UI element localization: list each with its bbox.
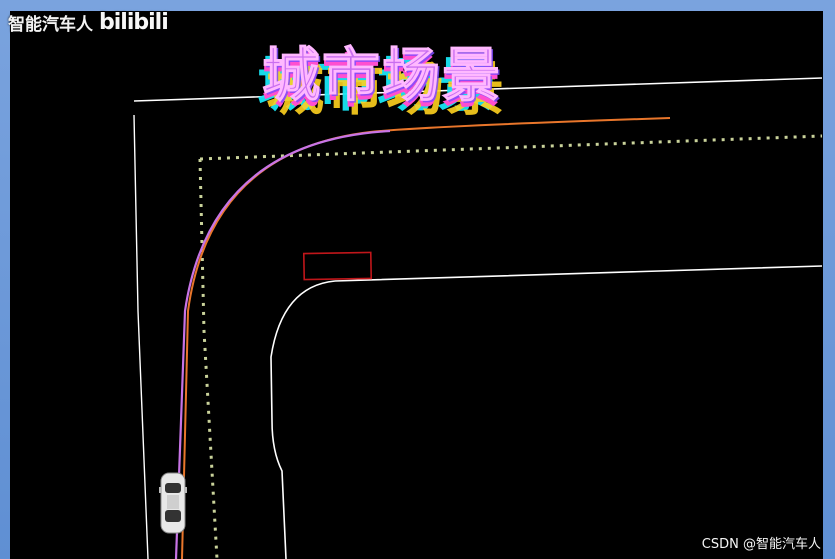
dotted-lane-boundary	[198, 134, 823, 559]
bilibili-logo: bilibili	[99, 9, 169, 35]
channel-name: 智能汽车人	[8, 14, 93, 35]
obstacle-box	[302, 251, 373, 281]
window-frame: 智能汽车人 bilibili 城市场景 城市场景 城市场景 城市场景 城市场景 …	[0, 0, 835, 559]
inner-curb-line	[270, 265, 823, 559]
ego-car	[159, 472, 187, 534]
planned-path-orange	[181, 117, 671, 559]
footer-watermark: CSDN @智能汽车人	[701, 537, 821, 552]
channel-watermark: 智能汽车人 bilibili	[8, 9, 169, 35]
title-text: 城市场景	[261, 41, 503, 110]
outer-road-edge-left	[133, 114, 149, 559]
scene-title: 城市场景 城市场景 城市场景 城市场景 城市场景	[257, 28, 562, 124]
